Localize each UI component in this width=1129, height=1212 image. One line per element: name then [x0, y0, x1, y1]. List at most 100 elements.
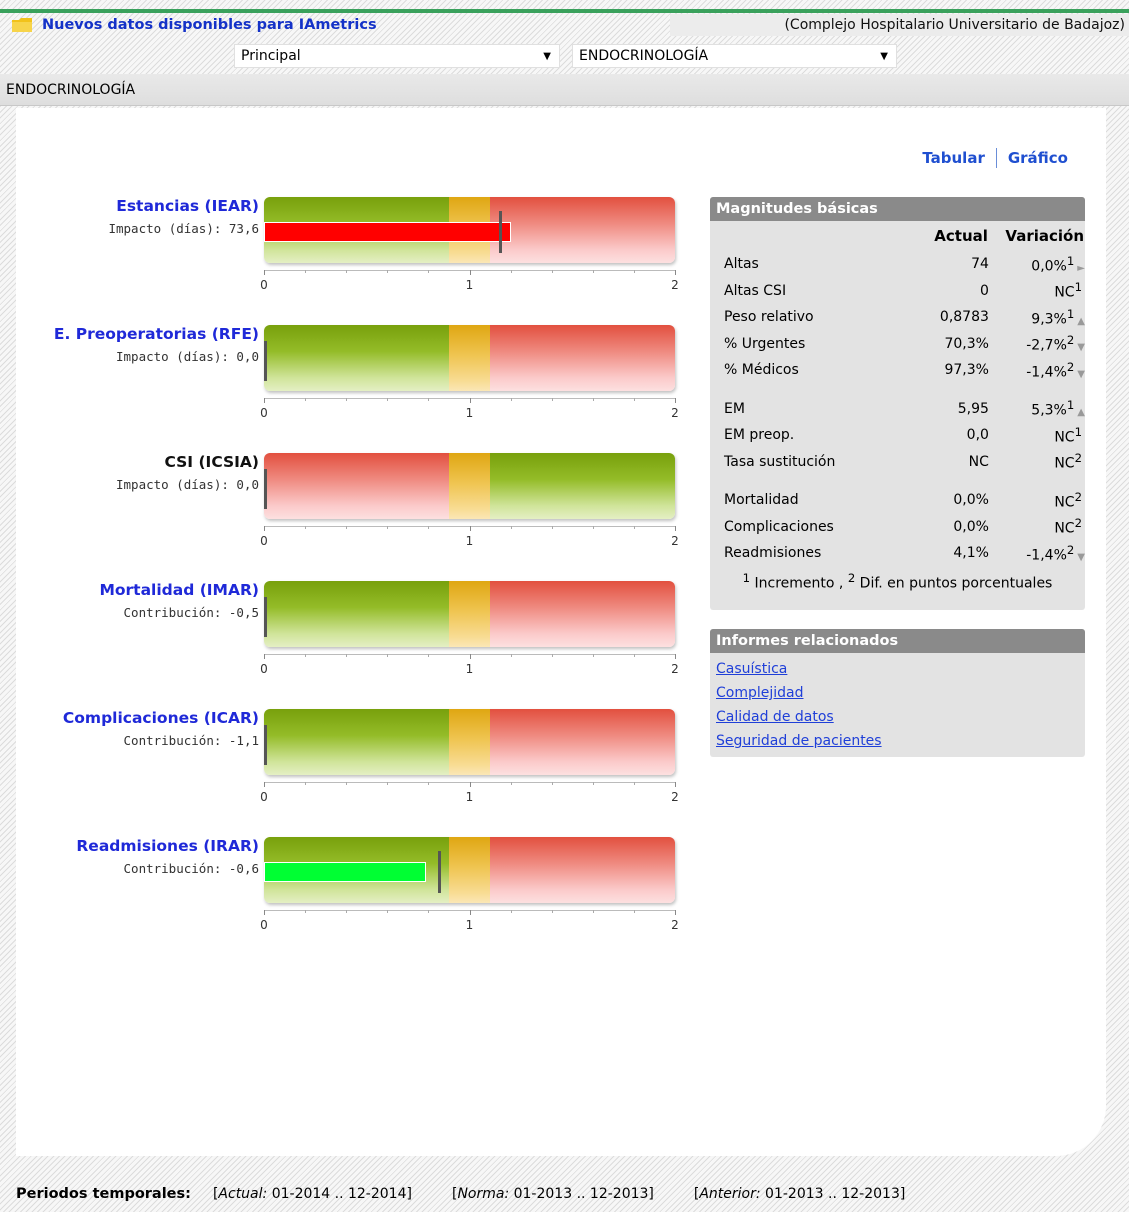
tick-label: 1	[465, 534, 474, 548]
trend-icon	[1082, 434, 1085, 445]
axis-tick	[264, 782, 265, 787]
magnitude-actual: 0,0	[966, 427, 989, 444]
related-link-complejidad[interactable]: Complejidad	[716, 681, 1085, 705]
axis-tick	[551, 910, 553, 913]
magnitude-actual: 70,3%	[944, 335, 989, 352]
top-accent-line	[0, 9, 1129, 13]
tick-label: 0	[260, 918, 268, 932]
axis-tick	[387, 654, 389, 657]
trend-icon	[1082, 289, 1085, 300]
related-reports-box: Informes relacionados Casuística Complej…	[710, 629, 1085, 757]
axis-tick	[510, 526, 512, 529]
axis-tick	[510, 782, 512, 785]
folder-icon	[12, 18, 32, 32]
indicator-title[interactable]: E. Preoperatorias (RFE)	[54, 325, 259, 343]
new-data-notice-link[interactable]: Nuevos datos disponibles para IAmetrics	[42, 17, 377, 33]
axis-tick	[510, 910, 512, 913]
view-toggle: Tabular Gráfico	[922, 148, 1068, 168]
axis-tick	[346, 270, 348, 273]
indicator-title[interactable]: Mortalidad (IMAR)	[99, 581, 259, 599]
range-neutral	[448, 581, 491, 647]
grafico-link[interactable]: Gráfico	[1008, 149, 1068, 167]
magnitude-variation: 5,3%1▲	[1031, 398, 1085, 420]
axis-tick	[428, 526, 430, 529]
magnitude-variation: NC2	[989, 514, 1085, 541]
main-panel: Tabular Gráfico Estancias (IEAR) Impacto …	[16, 108, 1106, 1156]
axis-tick	[264, 654, 265, 659]
axis-tick	[592, 782, 594, 785]
group-spacer	[718, 384, 1085, 396]
reference-marker	[264, 597, 267, 637]
related-link-casuistica[interactable]: Casuística	[716, 657, 1085, 681]
x-axis: 0 1 2	[260, 270, 679, 292]
magnitude-name: Altas	[724, 256, 759, 273]
axis-tick	[633, 526, 635, 529]
axis-tick	[551, 526, 553, 529]
magnitude-actual: 97,3%	[944, 362, 989, 379]
axis-tick	[510, 654, 512, 657]
range-right	[490, 709, 675, 775]
related-link-seguridad[interactable]: Seguridad de pacientes	[716, 729, 1085, 753]
axis-tick	[675, 526, 676, 531]
indicator-title[interactable]: Complicaciones (ICAR)	[63, 709, 259, 727]
reference-marker	[264, 341, 267, 381]
bullet-bar	[264, 581, 675, 647]
tick-label: 2	[671, 918, 679, 932]
trend-icon: ▲	[1077, 315, 1085, 327]
axis-tick	[346, 526, 348, 529]
period-actual: [Actual: 01-2014 .. 12-2014]	[212, 1186, 412, 1202]
axis-tick	[592, 526, 594, 529]
magnitude-variation: 9,3%1▲	[1031, 306, 1085, 328]
value-bar	[264, 222, 511, 242]
x-axis: 0 1 2	[260, 398, 679, 420]
range-neutral	[448, 709, 491, 775]
indicator-chart: Readmisiones (IRAR) Contribución: -0,6 0 1 2	[16, 837, 679, 947]
view-select[interactable]: Principal ▼	[234, 44, 560, 68]
range-right	[490, 581, 675, 647]
magnitude-row: Complicaciones 0,0% NC2	[718, 514, 1085, 541]
indicator-subtitle: Impacto (días): 0,0	[116, 477, 259, 492]
axis-tick	[633, 910, 635, 913]
axis-tick	[633, 270, 635, 273]
service-select[interactable]: ENDOCRINOLOGÍA ▼	[572, 44, 897, 68]
tick-label: 1	[465, 278, 474, 292]
tick-label: 1	[465, 918, 474, 932]
magnitude-actual: 74	[971, 256, 989, 273]
bullet-bar	[264, 453, 675, 519]
indicator-title[interactable]: Estancias (IEAR)	[116, 197, 259, 215]
tick-label: 0	[260, 534, 268, 548]
axis-tick	[387, 398, 389, 401]
magnitude-actual: 5,95	[957, 400, 989, 417]
tabular-link[interactable]: Tabular	[922, 149, 985, 167]
axis-tick	[592, 910, 594, 913]
axis-tick	[675, 654, 676, 659]
axis-tick	[469, 910, 471, 915]
magnitudes-box: Magnitudes básicas Actual Variación Alta…	[710, 197, 1085, 610]
magnitudes-table: Actual Variación Altas 74 0,0%1► Altas CSI 0…	[718, 221, 1085, 567]
indicator-subtitle: Contribución: -0,6	[123, 861, 259, 876]
hospital-name: (Complejo Hospitalario Universitario de …	[670, 14, 1129, 36]
indicator-subtitle: Contribución: -1,1	[123, 733, 259, 748]
magnitude-variation: -2,7%2▼	[1026, 333, 1085, 355]
axis-tick	[305, 910, 307, 913]
reference-marker	[499, 211, 503, 253]
axis-tick	[305, 782, 307, 785]
x-axis: 0 1 2	[260, 526, 679, 548]
axis-tick	[387, 270, 389, 273]
magnitude-actual: 0	[980, 282, 989, 299]
trend-icon: ▼	[1077, 342, 1085, 354]
bullet-bar	[264, 709, 675, 775]
axis-tick	[633, 654, 635, 657]
tick-label: 1	[465, 790, 474, 804]
tick-label: 2	[671, 662, 679, 676]
axis-tick	[264, 526, 265, 531]
indicator-title[interactable]: Readmisiones (IRAR)	[76, 837, 259, 855]
related-link-calidad[interactable]: Calidad de datos	[716, 705, 1085, 729]
trend-icon: ▼	[1077, 368, 1085, 380]
axis-tick	[675, 270, 676, 275]
magnitude-name: Tasa sustitución	[724, 453, 836, 470]
magnitude-name: % Médicos	[724, 362, 799, 379]
tick-label: 2	[671, 406, 679, 420]
tick-label: 1	[465, 662, 474, 676]
trend-icon	[1082, 499, 1085, 510]
